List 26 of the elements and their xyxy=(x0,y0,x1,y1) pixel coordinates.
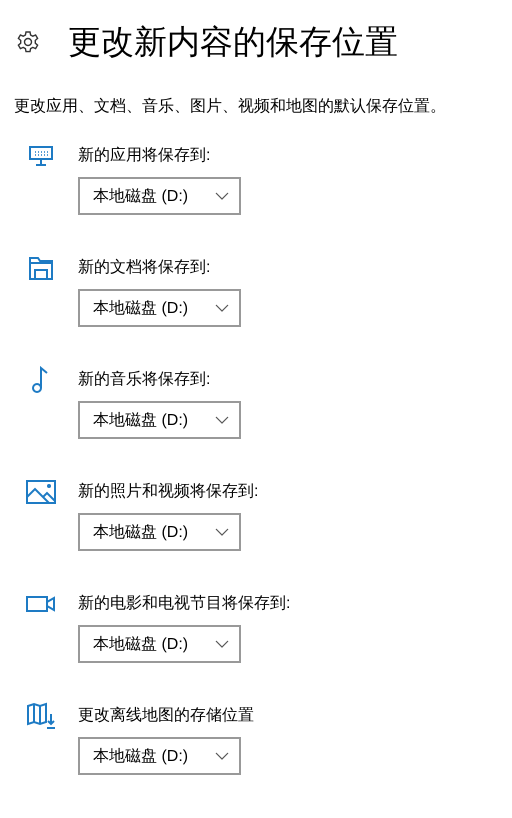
drive-dropdown[interactable]: 本地磁盘 (D:) xyxy=(78,625,241,663)
location-label: 更改离线地图的存储位置 xyxy=(78,706,255,726)
chevron-icon xyxy=(215,528,229,536)
chevron-icon xyxy=(215,192,229,200)
location-label: 新的电影和电视节目将保存到: xyxy=(78,594,292,614)
location-label: 新的应用将保存到: xyxy=(78,146,212,166)
location-label: 新的文档将保存到: xyxy=(78,258,212,278)
drive-dropdown[interactable]: 本地磁盘 (D:) xyxy=(78,513,241,551)
drive-dropdown[interactable]: 本地磁盘 (D:) xyxy=(78,401,241,439)
chevron-icon xyxy=(215,304,229,312)
description-text: 更改应用、文档、音乐、图片、视频和地图的默认保存位置。 xyxy=(14,96,447,117)
monitor-icon xyxy=(28,145,54,167)
drive-dropdown[interactable]: 本地磁盘 (D:) xyxy=(78,737,241,775)
location-label: 新的音乐将保存到: xyxy=(78,370,212,390)
image-icon xyxy=(26,480,56,504)
page-title: 更改新内容的保存位置 xyxy=(68,22,398,62)
chevron-icon xyxy=(215,640,229,648)
chevron-icon xyxy=(215,752,229,760)
location-label: 新的照片和视频将保存到: xyxy=(78,482,260,502)
drive-dropdown[interactable]: 本地磁盘 (D:) xyxy=(78,289,241,327)
chevron-icon xyxy=(215,416,229,424)
video-camera-icon xyxy=(26,595,56,613)
map-download-icon xyxy=(26,702,56,730)
drive-dropdown[interactable]: 本地磁盘 (D:) xyxy=(78,177,241,215)
settings-icon xyxy=(16,30,40,54)
folder-icon xyxy=(28,255,54,281)
